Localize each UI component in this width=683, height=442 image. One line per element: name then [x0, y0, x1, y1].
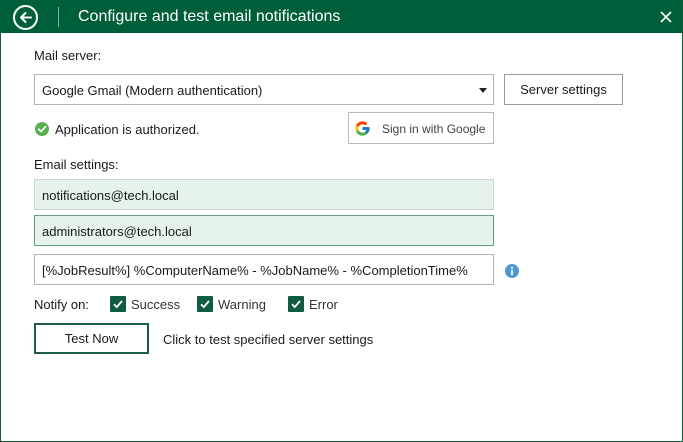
dropdown-arrow-icon — [479, 88, 487, 93]
mail-server-selected-value: Google Gmail (Modern authentication) — [42, 83, 263, 98]
title-separator — [58, 7, 59, 27]
notify-success-label: Success — [131, 297, 181, 312]
back-arrow-circle-icon[interactable] — [13, 5, 38, 30]
dialog-window: Configure and test email notifications M… — [0, 0, 683, 442]
mail-server-label: Mail server: — [34, 48, 102, 63]
subject-field[interactable]: [%JobResult%] %ComputerName% - %JobName%… — [34, 254, 494, 285]
mail-server-dropdown[interactable]: Google Gmail (Modern authentication) — [34, 74, 494, 105]
checkmark-icon — [197, 296, 213, 312]
close-icon[interactable] — [658, 9, 674, 25]
test-now-button[interactable]: Test Now — [34, 323, 149, 354]
notify-error-label: Error — [309, 297, 338, 312]
to-address-value: administrators@tech.local — [42, 224, 192, 239]
from-address-field[interactable]: notifications@tech.local — [34, 179, 494, 210]
subject-value: [%JobResult%] %ComputerName% - %JobName%… — [42, 263, 468, 278]
window-title: Configure and test email notifications — [78, 8, 341, 25]
to-address-field[interactable]: administrators@tech.local — [34, 215, 494, 246]
notify-warning-checkbox[interactable]: Warning — [197, 296, 271, 312]
server-settings-button[interactable]: Server settings — [504, 74, 623, 105]
email-settings-label: Email settings: — [34, 157, 119, 172]
notify-warning-label: Warning — [218, 297, 266, 312]
sign-in-with-google-button[interactable]: Sign in with Google — [348, 112, 494, 144]
checkmark-icon — [110, 296, 126, 312]
sign-in-with-google-label: Sign in with Google — [382, 122, 486, 136]
notify-success-checkbox[interactable]: Success — [110, 296, 180, 312]
auth-status-text: Application is authorized. — [55, 122, 200, 137]
checkmark-icon — [288, 296, 304, 312]
info-icon[interactable] — [505, 264, 519, 278]
check-circle-icon — [35, 122, 49, 136]
title-bar: Configure and test email notifications — [1, 1, 682, 33]
notify-error-checkbox[interactable]: Error — [288, 296, 342, 312]
test-hint-text: Click to test specified server settings — [163, 332, 374, 347]
google-g-icon — [354, 120, 371, 137]
notify-on-label: Notify on: — [34, 297, 89, 312]
from-address-value: notifications@tech.local — [42, 188, 179, 203]
